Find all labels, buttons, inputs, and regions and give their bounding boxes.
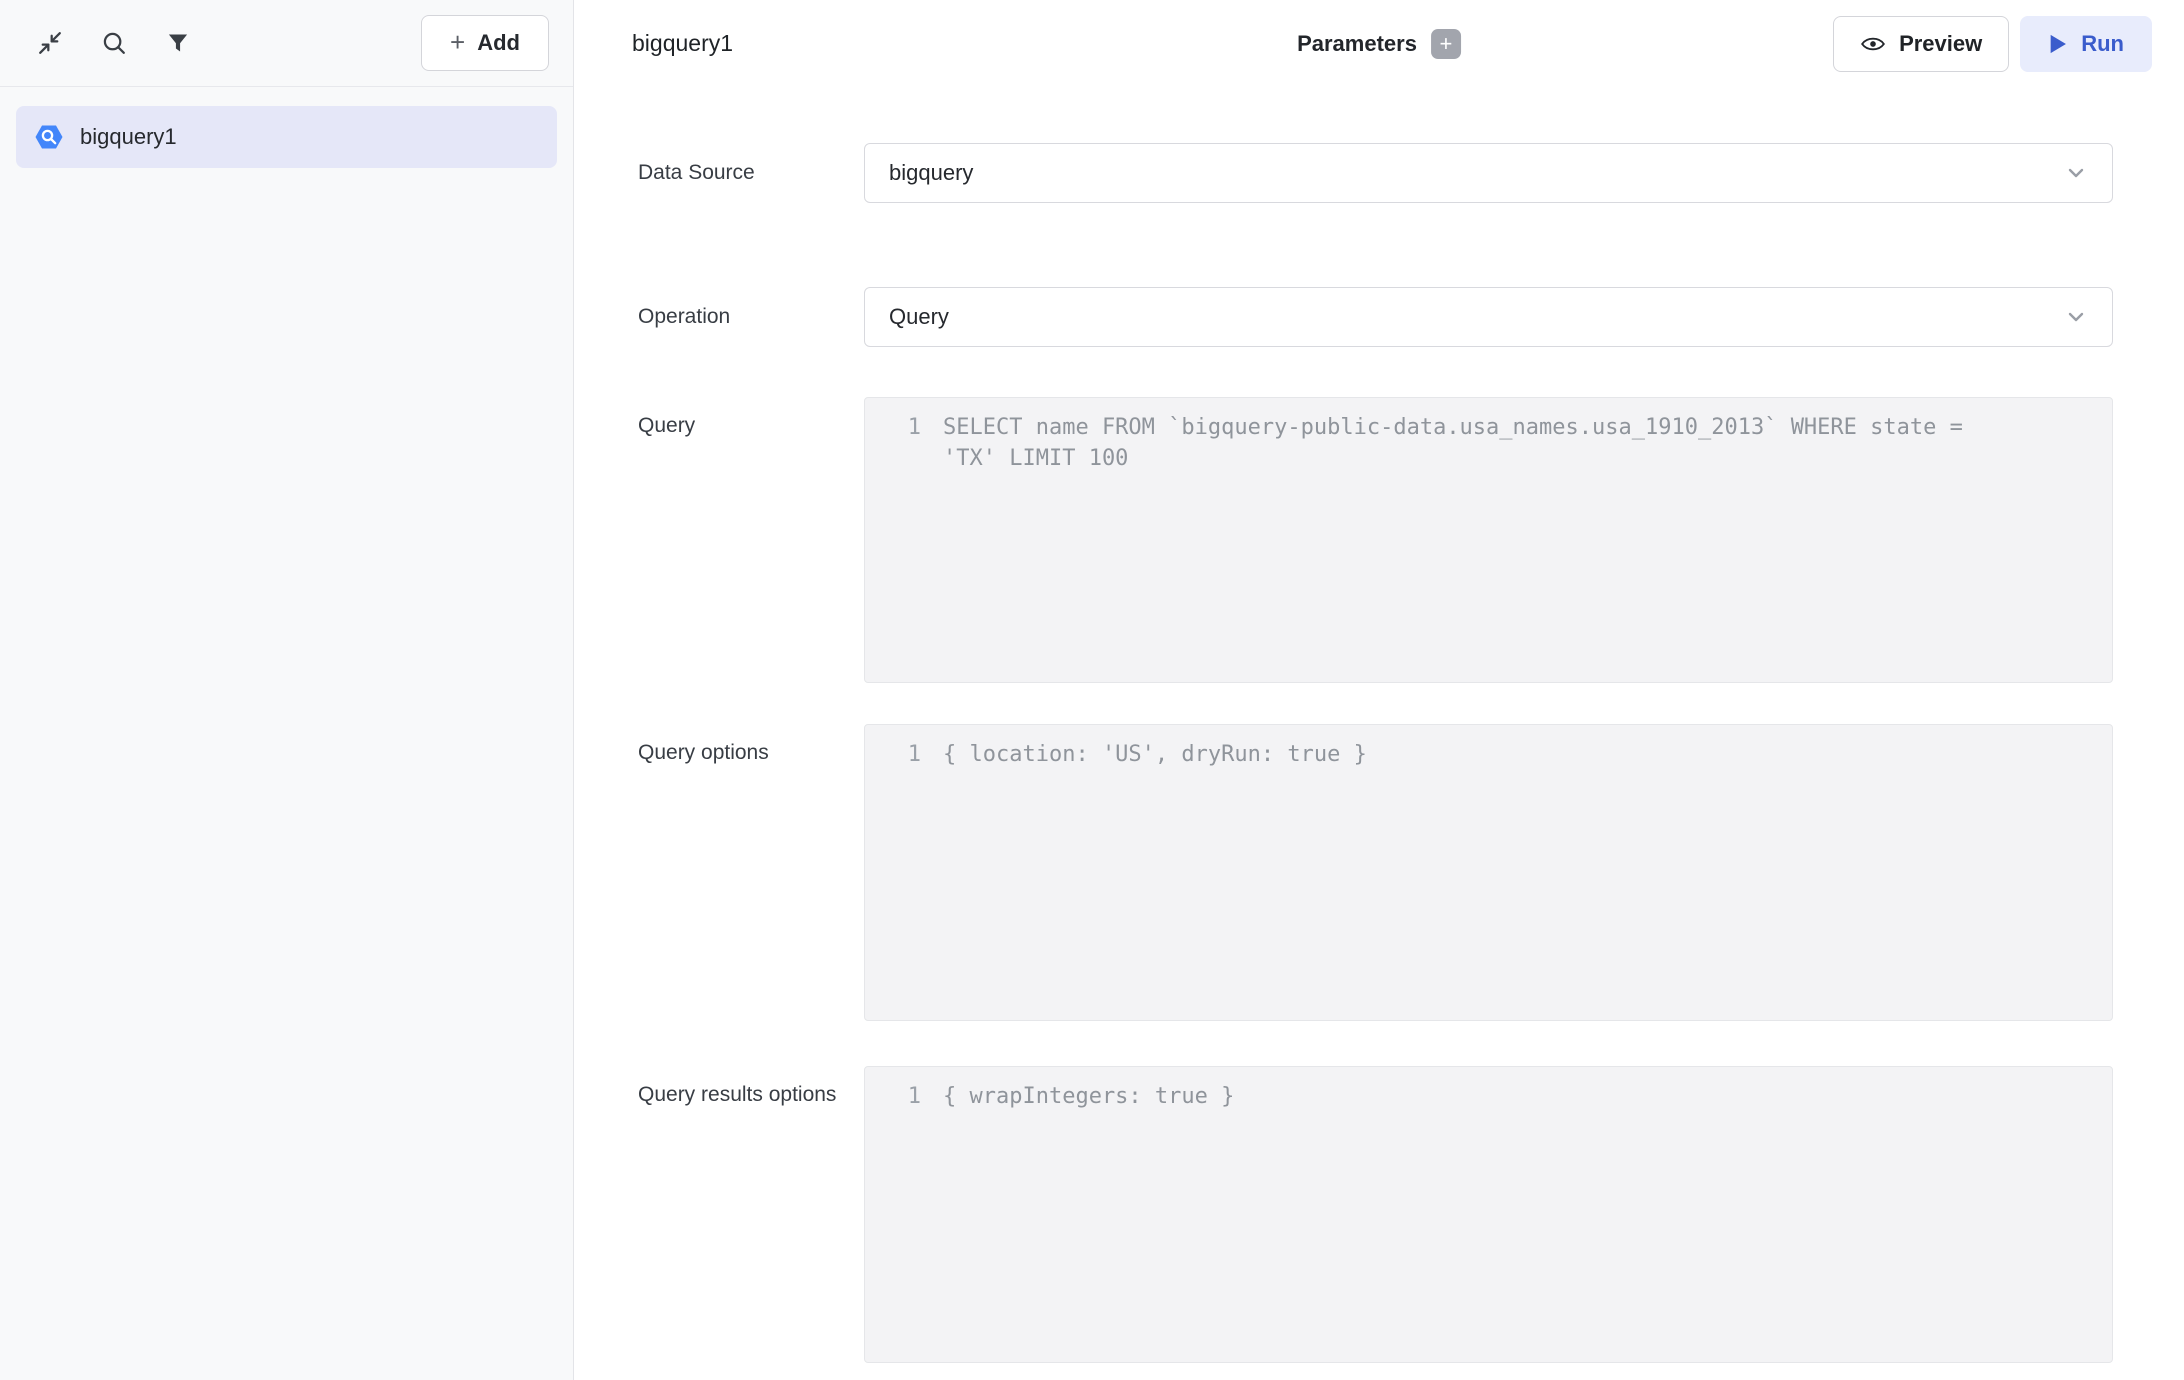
line-number: 1 [865, 739, 921, 1020]
query-editor-header: bigquery1 Parameters + Preview [574, 0, 2184, 87]
add-button-label: Add [477, 30, 520, 56]
query-list-item-bigquery1[interactable]: bigquery1 [16, 106, 557, 168]
collapse-icon [36, 29, 64, 57]
play-icon [2048, 33, 2068, 55]
operation-label: Operation [638, 302, 838, 331]
query-code-editor[interactable]: 1 SELECT name FROM `bigquery-public-data… [864, 397, 2113, 683]
filter-button[interactable] [158, 23, 198, 63]
query-list: bigquery1 [0, 87, 573, 187]
run-button-label: Run [2081, 31, 2124, 57]
run-button[interactable]: Run [2020, 16, 2152, 72]
add-parameter-button[interactable]: + [1431, 29, 1461, 59]
add-query-button[interactable]: + Add [421, 15, 549, 71]
search-button[interactable] [94, 23, 134, 63]
preview-button-label: Preview [1899, 31, 1982, 57]
app-window: + Add bigquery1 bigquery1 Parame [0, 0, 2184, 1380]
data-source-label: Data Source [638, 158, 838, 187]
sidebar-toolbar: + Add [0, 0, 573, 87]
parameters-group: Parameters + [1297, 0, 1461, 87]
line-number: 1 [865, 412, 921, 682]
query-item-label: bigquery1 [80, 124, 177, 150]
query-results-options-row: Query results options 1 { wrapIntegers: … [638, 1066, 2113, 1363]
query-results-options-code-text: { wrapIntegers: true } [943, 1081, 1234, 1362]
bigquery-icon [34, 122, 64, 152]
query-options-editor[interactable]: 1 { location: 'US', dryRun: true } [864, 724, 2113, 1021]
operation-select[interactable]: Query [864, 287, 2113, 347]
line-number: 1 [865, 1081, 921, 1362]
preview-button[interactable]: Preview [1833, 16, 2009, 72]
query-sidebar: + Add bigquery1 [0, 0, 574, 1380]
query-results-options-editor[interactable]: 1 { wrapIntegers: true } [864, 1066, 2113, 1363]
query-options-code-text: { location: 'US', dryRun: true } [943, 739, 1367, 1020]
data-source-select[interactable]: bigquery [864, 143, 2113, 203]
query-editor-panel: bigquery1 Parameters + Preview [574, 0, 2184, 1380]
chevron-down-icon [2064, 305, 2088, 329]
query-results-options-label: Query results options [638, 1066, 838, 1109]
operation-value: Query [889, 304, 949, 330]
operation-row: Operation Query [638, 287, 2113, 347]
query-form: Data Source bigquery Operation [574, 87, 2184, 1380]
chevron-down-icon [2064, 161, 2088, 185]
header-actions: Preview Run [1833, 16, 2152, 72]
query-row: Query 1 SELECT name FROM `bigquery-publi… [638, 397, 2113, 683]
data-source-row: Data Source bigquery [638, 143, 2113, 203]
filter-icon [165, 30, 191, 56]
query-title: bigquery1 [632, 30, 733, 57]
query-code-text: SELECT name FROM `bigquery-public-data.u… [943, 412, 2003, 682]
search-icon [100, 29, 128, 57]
parameters-label: Parameters [1297, 31, 1417, 57]
plus-icon: + [1440, 33, 1453, 55]
eye-icon [1860, 33, 1886, 55]
data-source-value: bigquery [889, 160, 973, 186]
plus-icon: + [450, 29, 465, 55]
query-options-label: Query options [638, 724, 838, 767]
query-options-row: Query options 1 { location: 'US', dryRun… [638, 724, 2113, 1021]
query-label: Query [638, 397, 838, 440]
collapse-panel-button[interactable] [30, 23, 70, 63]
